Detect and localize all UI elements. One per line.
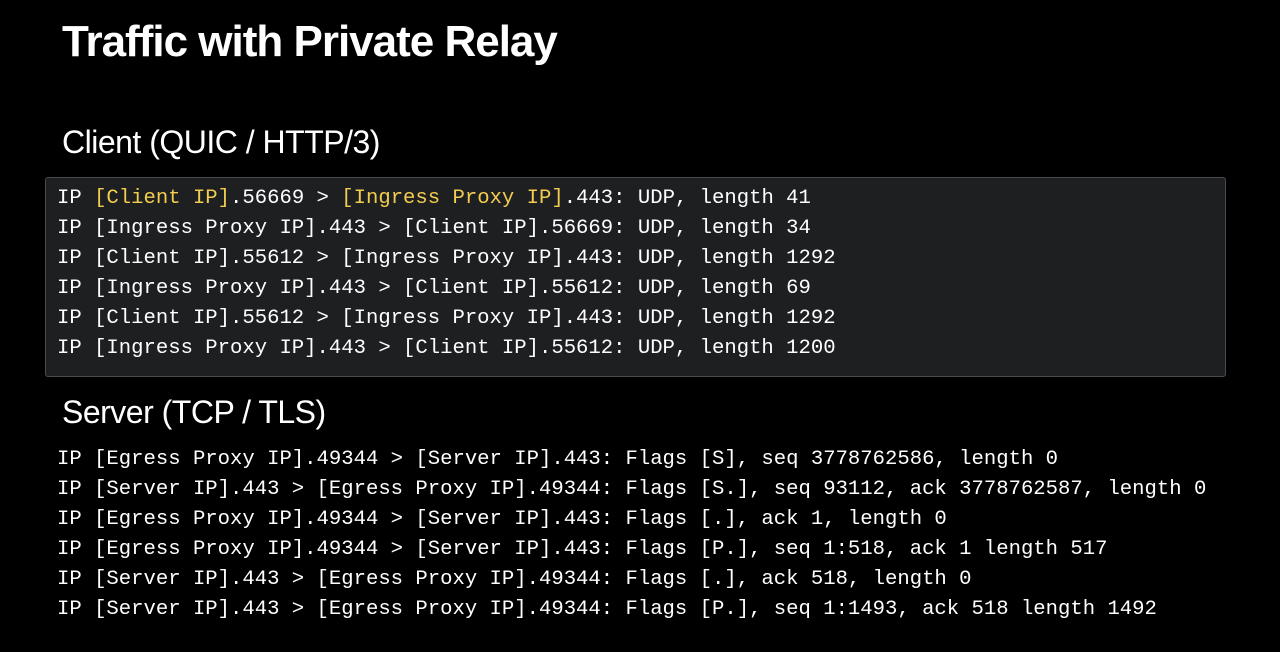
client-packet-line: IP [Client IP].55612 > [Ingress Proxy IP…: [57, 307, 836, 330]
server-packet-line: IP [Egress Proxy IP].49344 > [Server IP]…: [57, 508, 947, 531]
client-packet-line: IP [Client IP].56669 > [Ingress Proxy IP…: [57, 184, 836, 214]
highlighted-client-ip: [Client IP]: [94, 187, 231, 210]
client-section-heading: Client (QUIC / HTTP/3): [62, 124, 380, 160]
server-packet-line: IP [Server IP].443 > [Egress Proxy IP].4…: [57, 478, 1207, 501]
line-prefix: IP: [57, 187, 95, 210]
server-packet-log: IP [Egress Proxy IP].49344 > [Server IP]…: [57, 445, 1206, 625]
client-packet-line: IP [Ingress Proxy IP].443 > [Client IP].…: [57, 277, 811, 300]
server-packet-line: IP [Server IP].443 > [Egress Proxy IP].4…: [57, 568, 972, 591]
slide-title: Traffic with Private Relay: [62, 17, 558, 66]
client-packet-line: IP [Client IP].55612 > [Ingress Proxy IP…: [57, 247, 836, 270]
line-mid: .56669 >: [230, 187, 342, 210]
highlighted-ingress-proxy-ip: [Ingress Proxy IP]: [341, 187, 564, 210]
server-section-heading: Server (TCP / TLS): [62, 394, 326, 430]
client-packet-line: IP [Ingress Proxy IP].443 > [Client IP].…: [57, 337, 836, 360]
line-suffix: .443: UDP, length 41: [563, 187, 811, 210]
server-packet-line: IP [Server IP].443 > [Egress Proxy IP].4…: [57, 598, 1157, 621]
server-packet-line: IP [Egress Proxy IP].49344 > [Server IP]…: [57, 448, 1059, 471]
client-packet-line: IP [Ingress Proxy IP].443 > [Client IP].…: [57, 217, 811, 240]
client-packet-log: IP [Client IP].56669 > [Ingress Proxy IP…: [57, 184, 836, 364]
server-packet-line: IP [Egress Proxy IP].49344 > [Server IP]…: [57, 538, 1108, 561]
